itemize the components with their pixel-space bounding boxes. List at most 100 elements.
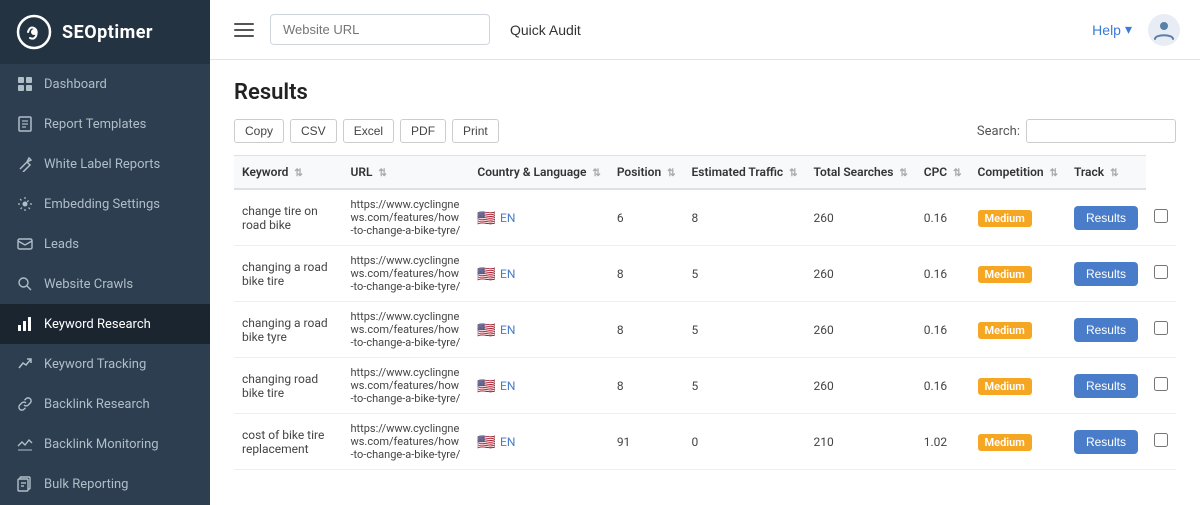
topbar: Quick Audit Help ▾ bbox=[210, 0, 1200, 60]
table-row: changing a road bike tire https://www.cy… bbox=[234, 246, 1176, 302]
col-header-country---language[interactable]: Country & Language ⇅ bbox=[469, 156, 608, 190]
hamburger-button[interactable] bbox=[230, 19, 258, 41]
track-checkbox[interactable] bbox=[1154, 321, 1168, 335]
toolbar-csv-button[interactable]: CSV bbox=[290, 119, 337, 143]
col-header-cpc[interactable]: CPC ⇅ bbox=[916, 156, 970, 190]
country-flag: 🇺🇸 bbox=[477, 265, 496, 283]
sidebar-item-label-dashboard: Dashboard bbox=[44, 77, 194, 92]
cell-cpc: 0.16 bbox=[916, 358, 970, 414]
cell-track bbox=[1146, 358, 1176, 414]
embedding-settings-icon bbox=[16, 195, 34, 213]
cell-url: https://www.cyclingnews.com/features/how… bbox=[342, 189, 469, 246]
sidebar-item-website-crawls[interactable]: Website Crawls bbox=[0, 264, 210, 304]
table-row: changing road bike tire https://www.cycl… bbox=[234, 358, 1176, 414]
results-title: Results bbox=[234, 80, 1176, 105]
sidebar-item-backlink-research[interactable]: Backlink Research bbox=[0, 384, 210, 424]
toolbar-copy-button[interactable]: Copy bbox=[234, 119, 284, 143]
cell-competition: Medium bbox=[970, 414, 1066, 470]
cell-url: https://www.cyclingnews.com/features/how… bbox=[342, 414, 469, 470]
competition-badge: Medium bbox=[978, 266, 1032, 283]
url-input[interactable] bbox=[270, 14, 490, 45]
cell-est-traffic: 5 bbox=[684, 358, 806, 414]
cell-track bbox=[1146, 414, 1176, 470]
cell-results: Results bbox=[1066, 189, 1146, 246]
sort-icon: ⇅ bbox=[953, 168, 961, 179]
country-flag: 🇺🇸 bbox=[477, 209, 496, 227]
country-flag: 🇺🇸 bbox=[477, 377, 496, 395]
results-button[interactable]: Results bbox=[1074, 262, 1138, 286]
cell-position: 8 bbox=[609, 246, 684, 302]
data-table: Keyword ⇅URL ⇅Country & Language ⇅Positi… bbox=[234, 155, 1176, 470]
sidebar-item-label-embedding-settings: Embedding Settings bbox=[44, 197, 194, 212]
results-button[interactable]: Results bbox=[1074, 374, 1138, 398]
cell-total-searches: 260 bbox=[806, 246, 916, 302]
track-checkbox[interactable] bbox=[1154, 265, 1168, 279]
sidebar-item-keyword-tracking[interactable]: Keyword Tracking bbox=[0, 344, 210, 384]
cell-est-traffic: 5 bbox=[684, 246, 806, 302]
sidebar-item-bulk-reporting[interactable]: Bulk Reporting bbox=[0, 464, 210, 504]
sort-icon: ⇅ bbox=[789, 168, 797, 179]
cell-track bbox=[1146, 189, 1176, 246]
keyword-research-icon bbox=[16, 315, 34, 333]
help-button[interactable]: Help ▾ bbox=[1092, 21, 1132, 38]
backlink-research-icon bbox=[16, 395, 34, 413]
sort-icon: ⇅ bbox=[899, 168, 907, 179]
cell-total-searches: 260 bbox=[806, 302, 916, 358]
cell-country-language: 🇺🇸 EN bbox=[469, 358, 608, 414]
sort-icon: ⇅ bbox=[1050, 168, 1058, 179]
sidebar-item-keyword-research[interactable]: Keyword Research bbox=[0, 304, 210, 344]
cell-keyword: changing road bike tire bbox=[234, 358, 342, 414]
track-checkbox[interactable] bbox=[1154, 433, 1168, 447]
results-button[interactable]: Results bbox=[1074, 206, 1138, 230]
cell-est-traffic: 5 bbox=[684, 302, 806, 358]
results-button[interactable]: Results bbox=[1074, 318, 1138, 342]
leads-icon bbox=[16, 235, 34, 253]
cell-country-language: 🇺🇸 EN bbox=[469, 302, 608, 358]
dashboard-icon bbox=[16, 75, 34, 93]
track-checkbox[interactable] bbox=[1154, 209, 1168, 223]
website-crawls-icon bbox=[16, 275, 34, 293]
toolbar-print-button[interactable]: Print bbox=[452, 119, 499, 143]
cell-competition: Medium bbox=[970, 358, 1066, 414]
seoptimer-logo-icon bbox=[16, 14, 52, 50]
sidebar-item-leads[interactable]: Leads bbox=[0, 224, 210, 264]
help-label: Help bbox=[1092, 22, 1121, 38]
search-input[interactable] bbox=[1026, 119, 1176, 143]
results-button[interactable]: Results bbox=[1074, 430, 1138, 454]
col-header-estimated-traffic[interactable]: Estimated Traffic ⇅ bbox=[684, 156, 806, 190]
sidebar-item-backlink-monitoring[interactable]: Backlink Monitoring bbox=[0, 424, 210, 464]
sidebar-item-dashboard[interactable]: Dashboard bbox=[0, 64, 210, 104]
sidebar-item-white-label-reports[interactable]: White Label Reports bbox=[0, 144, 210, 184]
toolbar-excel-button[interactable]: Excel bbox=[343, 119, 394, 143]
cell-position: 8 bbox=[609, 302, 684, 358]
quick-audit-button[interactable]: Quick Audit bbox=[502, 18, 589, 42]
col-header-competition[interactable]: Competition ⇅ bbox=[970, 156, 1066, 190]
toolbar-pdf-button[interactable]: PDF bbox=[400, 119, 446, 143]
cell-results: Results bbox=[1066, 302, 1146, 358]
cell-results: Results bbox=[1066, 358, 1146, 414]
sidebar-item-label-white-label-reports: White Label Reports bbox=[44, 157, 194, 172]
sidebar-item-report-templates[interactable]: Report Templates bbox=[0, 104, 210, 144]
col-header-keyword[interactable]: Keyword ⇅ bbox=[234, 156, 342, 190]
col-header-position[interactable]: Position ⇅ bbox=[609, 156, 684, 190]
track-checkbox[interactable] bbox=[1154, 377, 1168, 391]
cell-competition: Medium bbox=[970, 246, 1066, 302]
sidebar-item-embedding-settings[interactable]: Embedding Settings bbox=[0, 184, 210, 224]
col-header-track[interactable]: Track ⇅ bbox=[1066, 156, 1146, 190]
col-header-total-searches[interactable]: Total Searches ⇅ bbox=[806, 156, 916, 190]
bulk-reporting-icon bbox=[16, 475, 34, 493]
language-code: EN bbox=[500, 211, 515, 225]
logo-text: SEOptimer bbox=[62, 22, 153, 43]
cell-cpc: 0.16 bbox=[916, 302, 970, 358]
cell-keyword: changing a road bike tire bbox=[234, 246, 342, 302]
cell-cpc: 0.16 bbox=[916, 246, 970, 302]
sidebar-nav: Dashboard Report Templates White Label R… bbox=[0, 64, 210, 505]
cell-est-traffic: 8 bbox=[684, 189, 806, 246]
sidebar-item-label-website-crawls: Website Crawls bbox=[44, 277, 194, 292]
cell-competition: Medium bbox=[970, 302, 1066, 358]
sidebar: SEOptimer Dashboard Report Templates Whi… bbox=[0, 0, 210, 505]
cell-country-language: 🇺🇸 EN bbox=[469, 414, 608, 470]
sidebar-item-label-keyword-tracking: Keyword Tracking bbox=[44, 357, 194, 372]
user-avatar[interactable] bbox=[1148, 14, 1180, 46]
col-header-url[interactable]: URL ⇅ bbox=[342, 156, 469, 190]
